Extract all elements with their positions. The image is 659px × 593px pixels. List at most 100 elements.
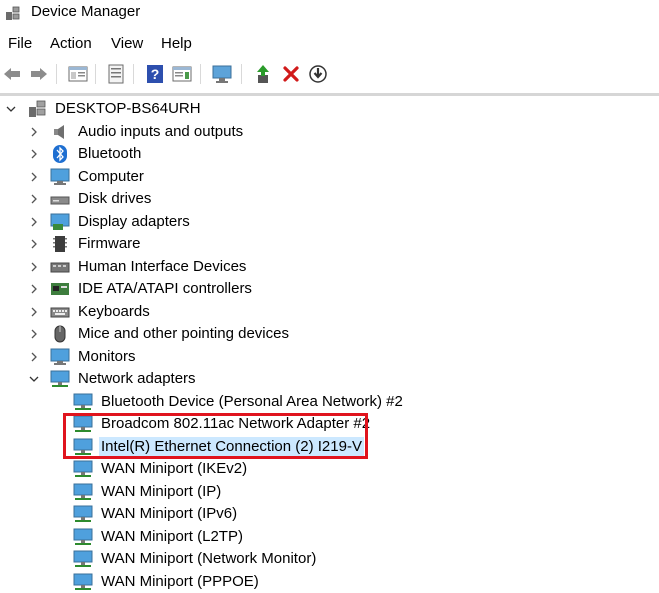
monitor-icon [50, 348, 70, 366]
disk-drive-icon [50, 190, 70, 208]
toolbar-separator [133, 64, 134, 84]
help-icon[interactable]: ? [143, 62, 167, 86]
network-adapter-icon [73, 573, 93, 591]
window-title: Device Manager [31, 3, 141, 20]
network-adapter-label: WAN Miniport (PPPOE) [101, 573, 259, 590]
chevron-down-icon[interactable] [28, 373, 40, 385]
menu-action[interactable]: Action [50, 35, 92, 52]
device-manager-app-icon [5, 5, 21, 21]
show-action-pane-icon[interactable] [170, 62, 194, 86]
network-adapter-icon [73, 505, 93, 523]
tree-category-keyboards[interactable]: Keyboards [28, 301, 152, 323]
display-adapter-icon [50, 213, 70, 231]
tree-category-firmware[interactable]: Firmware [28, 233, 143, 255]
speaker-icon [50, 123, 70, 141]
chevron-right-icon[interactable] [28, 351, 40, 363]
update-driver-icon[interactable] [251, 62, 275, 86]
firmware-chip-icon [50, 235, 70, 253]
network-adapter-item[interactable]: WAN Miniport (IPv6) [73, 503, 239, 525]
network-adapter-label: WAN Miniport (Network Monitor) [101, 550, 317, 567]
scan-hardware-changes-icon[interactable] [210, 62, 234, 86]
tree-root-label: DESKTOP-BS64URH [55, 100, 201, 117]
tree-category-label: Audio inputs and outputs [78, 123, 244, 140]
tree-category-audio[interactable]: Audio inputs and outputs [28, 121, 245, 143]
tree-category-disk-drives[interactable]: Disk drives [28, 188, 153, 210]
device-tree: DESKTOP-BS64URH Audio inputs and outputs… [0, 96, 659, 590]
tree-category-label: Bluetooth [78, 145, 142, 162]
chevron-down-icon[interactable] [5, 103, 17, 115]
chevron-right-icon[interactable] [28, 216, 40, 228]
keyboard-icon [50, 303, 70, 321]
uninstall-icon[interactable] [279, 62, 303, 86]
show-hide-console-tree-icon[interactable] [66, 62, 90, 86]
tree-category-label: Firmware [78, 235, 141, 252]
toolbar-separator [95, 64, 96, 84]
network-adapter-icon [73, 550, 93, 568]
network-adapter-label: WAN Miniport (IP) [101, 483, 222, 500]
title-bar: Device Manager [0, 0, 659, 26]
tree-category-label: Human Interface Devices [78, 258, 247, 275]
properties-icon[interactable] [104, 62, 128, 86]
menu-bar: File Action View Help [0, 33, 659, 55]
network-adapter-item[interactable]: Bluetooth Device (Personal Area Network)… [73, 391, 405, 413]
tree-category-computer[interactable]: Computer [28, 166, 146, 188]
tree-category-mice[interactable]: Mice and other pointing devices [28, 323, 291, 345]
network-adapter-icon [73, 483, 93, 501]
mouse-icon [50, 325, 70, 343]
tree-root[interactable]: DESKTOP-BS64URH [5, 98, 203, 120]
network-adapter-label: WAN Miniport (IPv6) [101, 505, 238, 522]
tree-category-label: Disk drives [78, 190, 152, 207]
monitor-icon [50, 168, 70, 186]
network-adapter-item[interactable]: WAN Miniport (PPPOE) [73, 571, 261, 593]
chevron-right-icon[interactable] [28, 306, 40, 318]
network-adapter-label: WAN Miniport (L2TP) [101, 528, 243, 545]
tree-category-label: Computer [78, 168, 144, 185]
menu-help[interactable]: Help [161, 35, 192, 52]
chevron-right-icon[interactable] [28, 193, 40, 205]
tree-category-bluetooth[interactable]: Bluetooth [28, 143, 143, 165]
network-adapter-item[interactable]: WAN Miniport (IP) [73, 481, 223, 503]
tree-category-hid[interactable]: Human Interface Devices [28, 256, 248, 278]
network-adapter-icon [73, 393, 93, 411]
ide-controller-icon [50, 280, 70, 298]
chevron-right-icon[interactable] [28, 328, 40, 340]
network-adapter-label: Bluetooth Device (Personal Area Network)… [101, 393, 403, 410]
network-adapter-item[interactable]: WAN Miniport (IKEv2) [73, 458, 249, 480]
tree-category-display-adapters[interactable]: Display adapters [28, 211, 192, 233]
network-adapter-label: WAN Miniport (IKEv2) [101, 460, 248, 477]
tree-category-label: Monitors [78, 348, 136, 365]
forward-icon[interactable] [27, 62, 51, 86]
chevron-right-icon[interactable] [28, 238, 40, 250]
tree-category-label: IDE ATA/ATAPI controllers [78, 280, 252, 297]
svg-text:?: ? [151, 66, 160, 82]
toolbar: ? [0, 60, 659, 88]
chevron-right-icon[interactable] [28, 261, 40, 273]
toolbar-separator [200, 64, 201, 84]
toolbar-separator [241, 64, 242, 84]
chevron-right-icon[interactable] [28, 283, 40, 295]
back-icon[interactable] [0, 62, 24, 86]
menu-file[interactable]: File [8, 35, 32, 52]
network-adapter-icon [50, 370, 70, 388]
tree-category-label: Mice and other pointing devices [78, 325, 289, 342]
tree-category-network-adapters[interactable]: Network adapters [28, 368, 198, 390]
hid-icon [50, 258, 70, 276]
computer-tree-icon [27, 100, 47, 118]
toolbar-separator [56, 64, 57, 84]
network-adapter-item[interactable]: WAN Miniport (L2TP) [73, 526, 245, 548]
network-adapter-icon [73, 528, 93, 546]
tree-category-label: Network adapters [78, 370, 196, 387]
tree-category-monitors[interactable]: Monitors [28, 346, 138, 368]
annotation-highlight-box [63, 413, 368, 459]
bluetooth-icon [50, 145, 70, 163]
tree-category-ide-ata[interactable]: IDE ATA/ATAPI controllers [28, 278, 254, 300]
network-adapter-icon [73, 460, 93, 478]
tree-category-label: Keyboards [78, 303, 150, 320]
network-adapter-item[interactable]: WAN Miniport (Network Monitor) [73, 548, 318, 570]
chevron-right-icon[interactable] [28, 148, 40, 160]
chevron-right-icon[interactable] [28, 171, 40, 183]
chevron-right-icon[interactable] [28, 126, 40, 138]
disable-device-icon[interactable] [306, 62, 330, 86]
tree-category-label: Display adapters [78, 213, 190, 230]
menu-view[interactable]: View [111, 35, 143, 52]
